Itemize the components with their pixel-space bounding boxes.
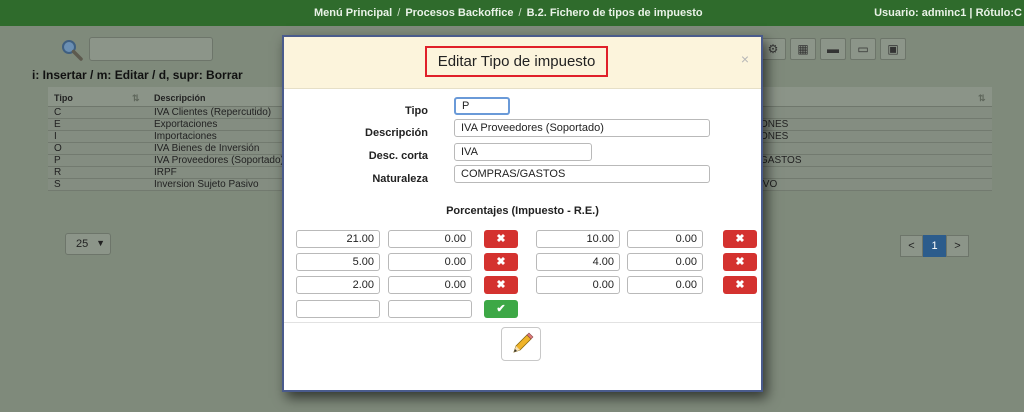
cell-descripcion: Exportaciones bbox=[154, 119, 218, 130]
keyboard-help: i: Insertar / m: Editar / d, supr: Borra… bbox=[32, 68, 243, 82]
desc-corta-input[interactable] bbox=[454, 143, 592, 161]
impuesto-input[interactable] bbox=[536, 276, 620, 294]
pagination: < 1 > bbox=[900, 235, 969, 257]
naturaleza-label: Naturaleza bbox=[372, 173, 428, 185]
recargo-input[interactable] bbox=[627, 276, 703, 294]
delete-percentage-button[interactable]: ✖ bbox=[723, 230, 757, 248]
tipo-label: Tipo bbox=[404, 105, 428, 117]
toolbar-tool-icon[interactable]: ⚙ bbox=[760, 38, 786, 60]
close-icon[interactable]: × bbox=[741, 51, 749, 67]
naturaleza-input[interactable] bbox=[454, 165, 710, 183]
cell-tipo: I bbox=[54, 131, 57, 142]
pencil-icon bbox=[513, 332, 534, 353]
cell-naturaleza: GASTOS bbox=[760, 155, 802, 166]
column-header-descripcion[interactable]: Descripción bbox=[154, 93, 206, 103]
cell-naturaleza: ONES bbox=[760, 119, 789, 130]
modal-title: Editar Tipo de impuesto bbox=[425, 46, 608, 77]
pager-prev-button[interactable]: < bbox=[900, 235, 923, 257]
top-bar: Menú Principal / Procesos Backoffice / B.2. … bbox=[0, 0, 1024, 26]
print-icon[interactable]: ▬ bbox=[820, 38, 846, 60]
impuesto-input[interactable] bbox=[296, 276, 380, 294]
cell-tipo: C bbox=[54, 107, 62, 118]
user-info: Usuario: adminc1 | Rótulo:C bbox=[874, 7, 1022, 19]
excel-export-icon[interactable]: ▦ bbox=[790, 38, 816, 60]
breadcrumb-backoffice[interactable]: Procesos Backoffice bbox=[405, 7, 513, 19]
modal-divider bbox=[284, 322, 761, 323]
impuesto-input[interactable] bbox=[296, 253, 380, 271]
toolbar: ⚙ ▦ ▬ ▭ ▣ bbox=[760, 38, 906, 60]
delete-percentage-button[interactable]: ✖ bbox=[484, 230, 518, 248]
breadcrumb: Menú Principal / Procesos Backoffice / B.2. … bbox=[314, 7, 703, 19]
sort-icon[interactable]: ⇅ bbox=[132, 93, 140, 104]
pager-next-button[interactable]: > bbox=[946, 235, 969, 257]
cell-tipo: O bbox=[54, 143, 62, 154]
impuesto-input[interactable] bbox=[536, 230, 620, 248]
cell-descripcion: IVA Bienes de Inversión bbox=[154, 143, 260, 154]
impuesto-input[interactable] bbox=[536, 253, 620, 271]
recargo-input[interactable] bbox=[627, 253, 703, 271]
save-button[interactable] bbox=[501, 327, 541, 361]
cell-descripcion: IVA Proveedores (Soportado) bbox=[154, 155, 284, 166]
search-input[interactable] bbox=[89, 37, 213, 61]
cell-tipo: E bbox=[54, 119, 61, 130]
descripcion-input[interactable] bbox=[454, 119, 710, 137]
breadcrumb-separator: / bbox=[518, 7, 522, 19]
cell-tipo: R bbox=[54, 167, 62, 178]
recargo-input[interactable] bbox=[388, 230, 472, 248]
cell-descripcion: Inversion Sujeto Pasivo bbox=[154, 179, 259, 190]
breadcrumb-separator: / bbox=[397, 7, 401, 19]
chevron-down-icon: ▼ bbox=[96, 238, 105, 248]
pdf-print-icon[interactable]: ▣ bbox=[880, 38, 906, 60]
breadcrumb-main-menu[interactable]: Menú Principal bbox=[314, 7, 392, 19]
desc-corta-label: Desc. corta bbox=[368, 150, 428, 162]
new-impuesto-input[interactable] bbox=[296, 300, 380, 318]
recargo-input[interactable] bbox=[627, 230, 703, 248]
cell-tipo: P bbox=[54, 155, 61, 166]
delete-percentage-button[interactable]: ✖ bbox=[484, 276, 518, 294]
cell-tipo: S bbox=[54, 179, 61, 190]
cell-naturaleza: ONES bbox=[760, 131, 789, 142]
delete-percentage-button[interactable]: ✖ bbox=[484, 253, 518, 271]
breadcrumb-current: B.2. Fichero de tipos de impuesto bbox=[526, 7, 703, 19]
recargo-input[interactable] bbox=[388, 276, 472, 294]
delete-percentage-button[interactable]: ✖ bbox=[723, 253, 757, 271]
tipo-input[interactable] bbox=[454, 97, 510, 115]
sort-icon[interactable]: ⇅ bbox=[978, 93, 986, 104]
modal-header: Editar Tipo de impuesto × bbox=[284, 37, 761, 89]
page-size-value: 25 bbox=[76, 238, 89, 250]
cell-descripcion: IRPF bbox=[154, 167, 177, 178]
delete-percentage-button[interactable]: ✖ bbox=[723, 276, 757, 294]
new-recargo-input[interactable] bbox=[388, 300, 472, 318]
percentages-title: Porcentajes (Impuesto - R.E.) bbox=[446, 205, 599, 217]
descripcion-label: Descripción bbox=[365, 127, 428, 139]
add-percentage-button[interactable]: ✔ bbox=[484, 300, 518, 318]
recargo-input[interactable] bbox=[388, 253, 472, 271]
pager-page-1[interactable]: 1 bbox=[923, 235, 946, 257]
cell-descripcion: IVA Clientes (Repercutido) bbox=[154, 107, 272, 118]
page-size-select[interactable]: 25 ▼ bbox=[65, 233, 111, 255]
cell-descripcion: Importaciones bbox=[154, 131, 217, 142]
impuesto-input[interactable] bbox=[296, 230, 380, 248]
search-icon[interactable] bbox=[60, 38, 84, 62]
column-header-tipo[interactable]: Tipo bbox=[54, 93, 73, 103]
edit-tax-type-modal: Editar Tipo de impuesto × Tipo Descripci… bbox=[282, 35, 763, 392]
printer-alt-icon[interactable]: ▭ bbox=[850, 38, 876, 60]
